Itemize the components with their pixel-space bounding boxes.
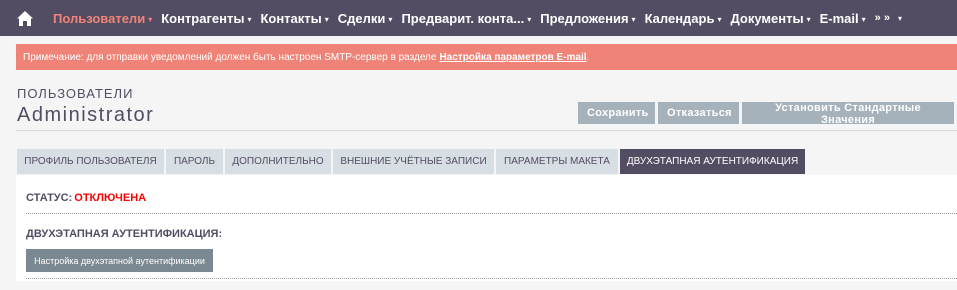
nav-item-leads[interactable]: Предварит. конта... ▾ [401, 11, 531, 26]
nav-item-calendar[interactable]: Календарь ▾ [645, 11, 722, 26]
nav-item-label: Календарь [644, 10, 715, 26]
bottom-strip [16, 281, 957, 290]
status-label: СТАТУС: [26, 192, 73, 204]
action-buttons: Сохранить Отказаться Установить Стандарт… [578, 102, 957, 126]
save-button[interactable]: Сохранить [578, 102, 655, 124]
nav-menu: Пользователи ▾ Контрагенты ▾ Контакты ▾ Сделки… [53, 0, 875, 36]
chevron-down-icon: ▾ [324, 14, 329, 24]
nav-item-label: Сделки [337, 10, 386, 26]
chevron-down-icon: ▾ [631, 14, 636, 24]
tab-external-accounts[interactable]: ВНЕШНИЕ УЧЁТНЫЕ ЗАПИСИ [333, 149, 494, 174]
nav-item-label: Документы [730, 10, 804, 26]
smtp-notice: Примечание: для отправки уведомлений дол… [16, 44, 957, 70]
chevron-down-icon: ▾ [806, 14, 811, 24]
nav-item-users[interactable]: Пользователи ▾ [53, 11, 152, 26]
cancel-button[interactable]: Отказаться [658, 102, 739, 124]
tab-password[interactable]: ПАРОЛЬ [166, 149, 223, 174]
setup-two-factor-button[interactable]: Настройка двухэтапной аутентификации [26, 249, 213, 272]
nav-item-label: Пользователи [53, 10, 146, 26]
nav-item-contacts[interactable]: Контакты ▾ [260, 11, 328, 26]
notice-text: Примечание: для отправки уведомлений дол… [23, 51, 437, 63]
home-button[interactable] [0, 0, 50, 36]
top-navigation: Пользователи ▾ Контрагенты ▾ Контакты ▾ Сделки… [0, 0, 957, 36]
tab-two-factor-auth[interactable]: ДВУХЭТАПНАЯ АУТЕНТИФИКАЦИЯ [620, 149, 805, 174]
chevron-down-icon: ▾ [388, 14, 393, 24]
chevron-down-icon: ▾ [861, 14, 866, 24]
settings-tabs: ПРОФИЛЬ ПОЛЬЗОВАТЕЛЯ ПАРОЛЬ ДОПОЛНИТЕЛЬН… [17, 149, 807, 174]
nav-item-label: Предварит. конта... [401, 10, 525, 26]
two-factor-label: ДВУХЭТАПНАЯ АУТЕНТИФИКАЦИЯ: [26, 228, 223, 240]
chevron-down-icon[interactable]: ▾ [898, 14, 902, 23]
nav-item-label: E-mail [819, 10, 859, 26]
home-icon [17, 10, 33, 26]
two-factor-panel: СТАТУС: ОТКЛЮЧЕНА ДВУХЭТАПНАЯ АУТЕНТИФИКА… [16, 175, 957, 281]
tab-advanced[interactable]: ДОПОЛНИТЕЛЬНО [225, 149, 331, 174]
nav-item-email[interactable]: E-mail ▾ [820, 11, 866, 26]
chevron-down-icon: ▾ [717, 14, 722, 24]
header-divider [16, 130, 957, 131]
dotted-divider [26, 213, 957, 214]
nav-more-button[interactable]: » » [875, 12, 890, 24]
nav-item-label: Предложения [540, 10, 629, 26]
nav-item-label: Контакты [260, 10, 322, 26]
record-title: Administrator [17, 104, 155, 126]
nav-item-quotes[interactable]: Предложения ▾ [540, 11, 635, 26]
nav-item-accounts[interactable]: Контрагенты ▾ [161, 11, 251, 26]
notice-end: . [586, 51, 590, 63]
email-settings-link[interactable]: Настройка параметров E-mail [439, 52, 586, 63]
chevron-down-icon: ▾ [247, 14, 252, 24]
chevron-down-icon: ▾ [148, 14, 153, 24]
nav-item-documents[interactable]: Документы ▾ [731, 11, 811, 26]
module-title: ПОЛЬЗОВАТЕЛИ [17, 86, 134, 101]
nav-item-opportunities[interactable]: Сделки ▾ [338, 11, 393, 26]
chevron-down-icon: ▾ [527, 14, 532, 24]
reset-defaults-button[interactable]: Установить Стандартные Значения [742, 102, 954, 126]
tab-layout-options[interactable]: ПАРАМЕТРЫ МАКЕТА [496, 149, 618, 174]
status-value: ОТКЛЮЧЕНА [74, 192, 147, 204]
dotted-divider-bottom [26, 278, 957, 279]
nav-item-label: Контрагенты [161, 10, 245, 26]
status-row: СТАТУС: ОТКЛЮЧЕНА [26, 192, 146, 204]
tab-user-profile[interactable]: ПРОФИЛЬ ПОЛЬЗОВАТЕЛЯ [17, 149, 164, 174]
